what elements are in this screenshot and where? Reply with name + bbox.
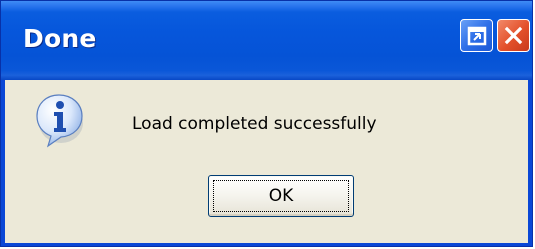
window-title: Done xyxy=(23,24,97,53)
ok-button[interactable]: OK xyxy=(208,175,354,217)
ok-button-label: OK xyxy=(213,180,349,212)
close-icon xyxy=(504,26,523,45)
close-button[interactable] xyxy=(497,19,530,52)
dialog-body: Load completed successfully OK xyxy=(5,80,528,243)
title-bar[interactable]: Done xyxy=(1,1,532,80)
information-icon xyxy=(36,94,83,148)
restore-icon xyxy=(467,26,487,46)
restore-button[interactable] xyxy=(460,19,493,52)
message-box-window: Done Load completed successfully OK xyxy=(0,0,533,247)
message-text: Load completed successfully xyxy=(132,114,377,134)
